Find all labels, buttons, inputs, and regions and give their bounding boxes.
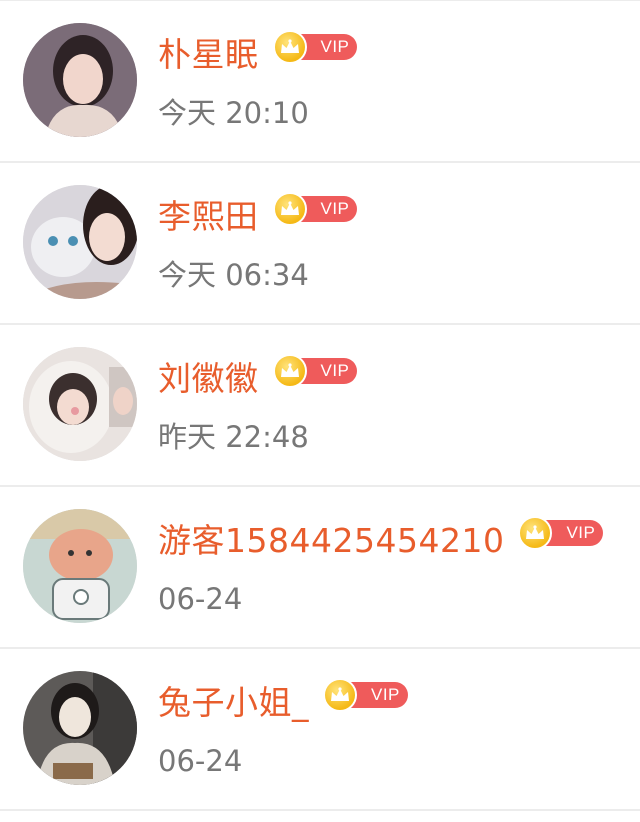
contact-name: 朴星眠 <box>158 35 259 74</box>
vip-badge: VIP <box>323 678 408 712</box>
vip-badge: VIP <box>272 354 358 388</box>
contact-list: 朴星眠 VIP 今天 20:10 李熙田 VIP 今天 06:34 刘徽徽 VI… <box>0 0 640 811</box>
crown-icon <box>272 354 307 388</box>
vip-badge: VIP <box>272 30 358 64</box>
crown-icon <box>323 678 357 712</box>
last-active-time: 06-24 <box>158 744 243 778</box>
crown-icon <box>272 192 307 226</box>
avatar[interactable] <box>23 509 137 623</box>
contact-name: 游客1584425454210 <box>158 521 505 560</box>
avatar-image <box>23 347 137 461</box>
last-active-time: 昨天 22:48 <box>158 420 309 454</box>
contact-name: 刘徽徽 <box>158 359 259 398</box>
avatar[interactable] <box>23 347 137 461</box>
avatar[interactable] <box>23 671 137 785</box>
contact-row[interactable]: 游客1584425454210 VIP 06-24 <box>0 487 640 649</box>
avatar-image <box>23 185 137 299</box>
avatar-image <box>23 23 137 137</box>
contact-row[interactable]: 兔子小姐_ VIP 06-24 <box>0 649 640 811</box>
contact-name: 兔子小姐_ <box>158 683 309 722</box>
last-active-time: 今天 20:10 <box>158 96 309 130</box>
avatar-image <box>23 671 137 785</box>
avatar[interactable] <box>23 23 137 137</box>
contact-row[interactable]: 刘徽徽 VIP 昨天 22:48 <box>0 325 640 487</box>
avatar-image <box>23 509 137 623</box>
contact-name: 李熙田 <box>158 197 259 236</box>
contact-row[interactable]: 朴星眠 VIP 今天 20:10 <box>0 0 640 163</box>
avatar[interactable] <box>23 185 137 299</box>
crown-icon <box>272 30 307 64</box>
vip-badge: VIP <box>272 192 358 226</box>
last-active-time: 今天 06:34 <box>158 258 309 292</box>
vip-badge: VIP <box>518 516 604 550</box>
contact-row[interactable]: 李熙田 VIP 今天 06:34 <box>0 163 640 325</box>
last-active-time: 06-24 <box>158 582 243 616</box>
